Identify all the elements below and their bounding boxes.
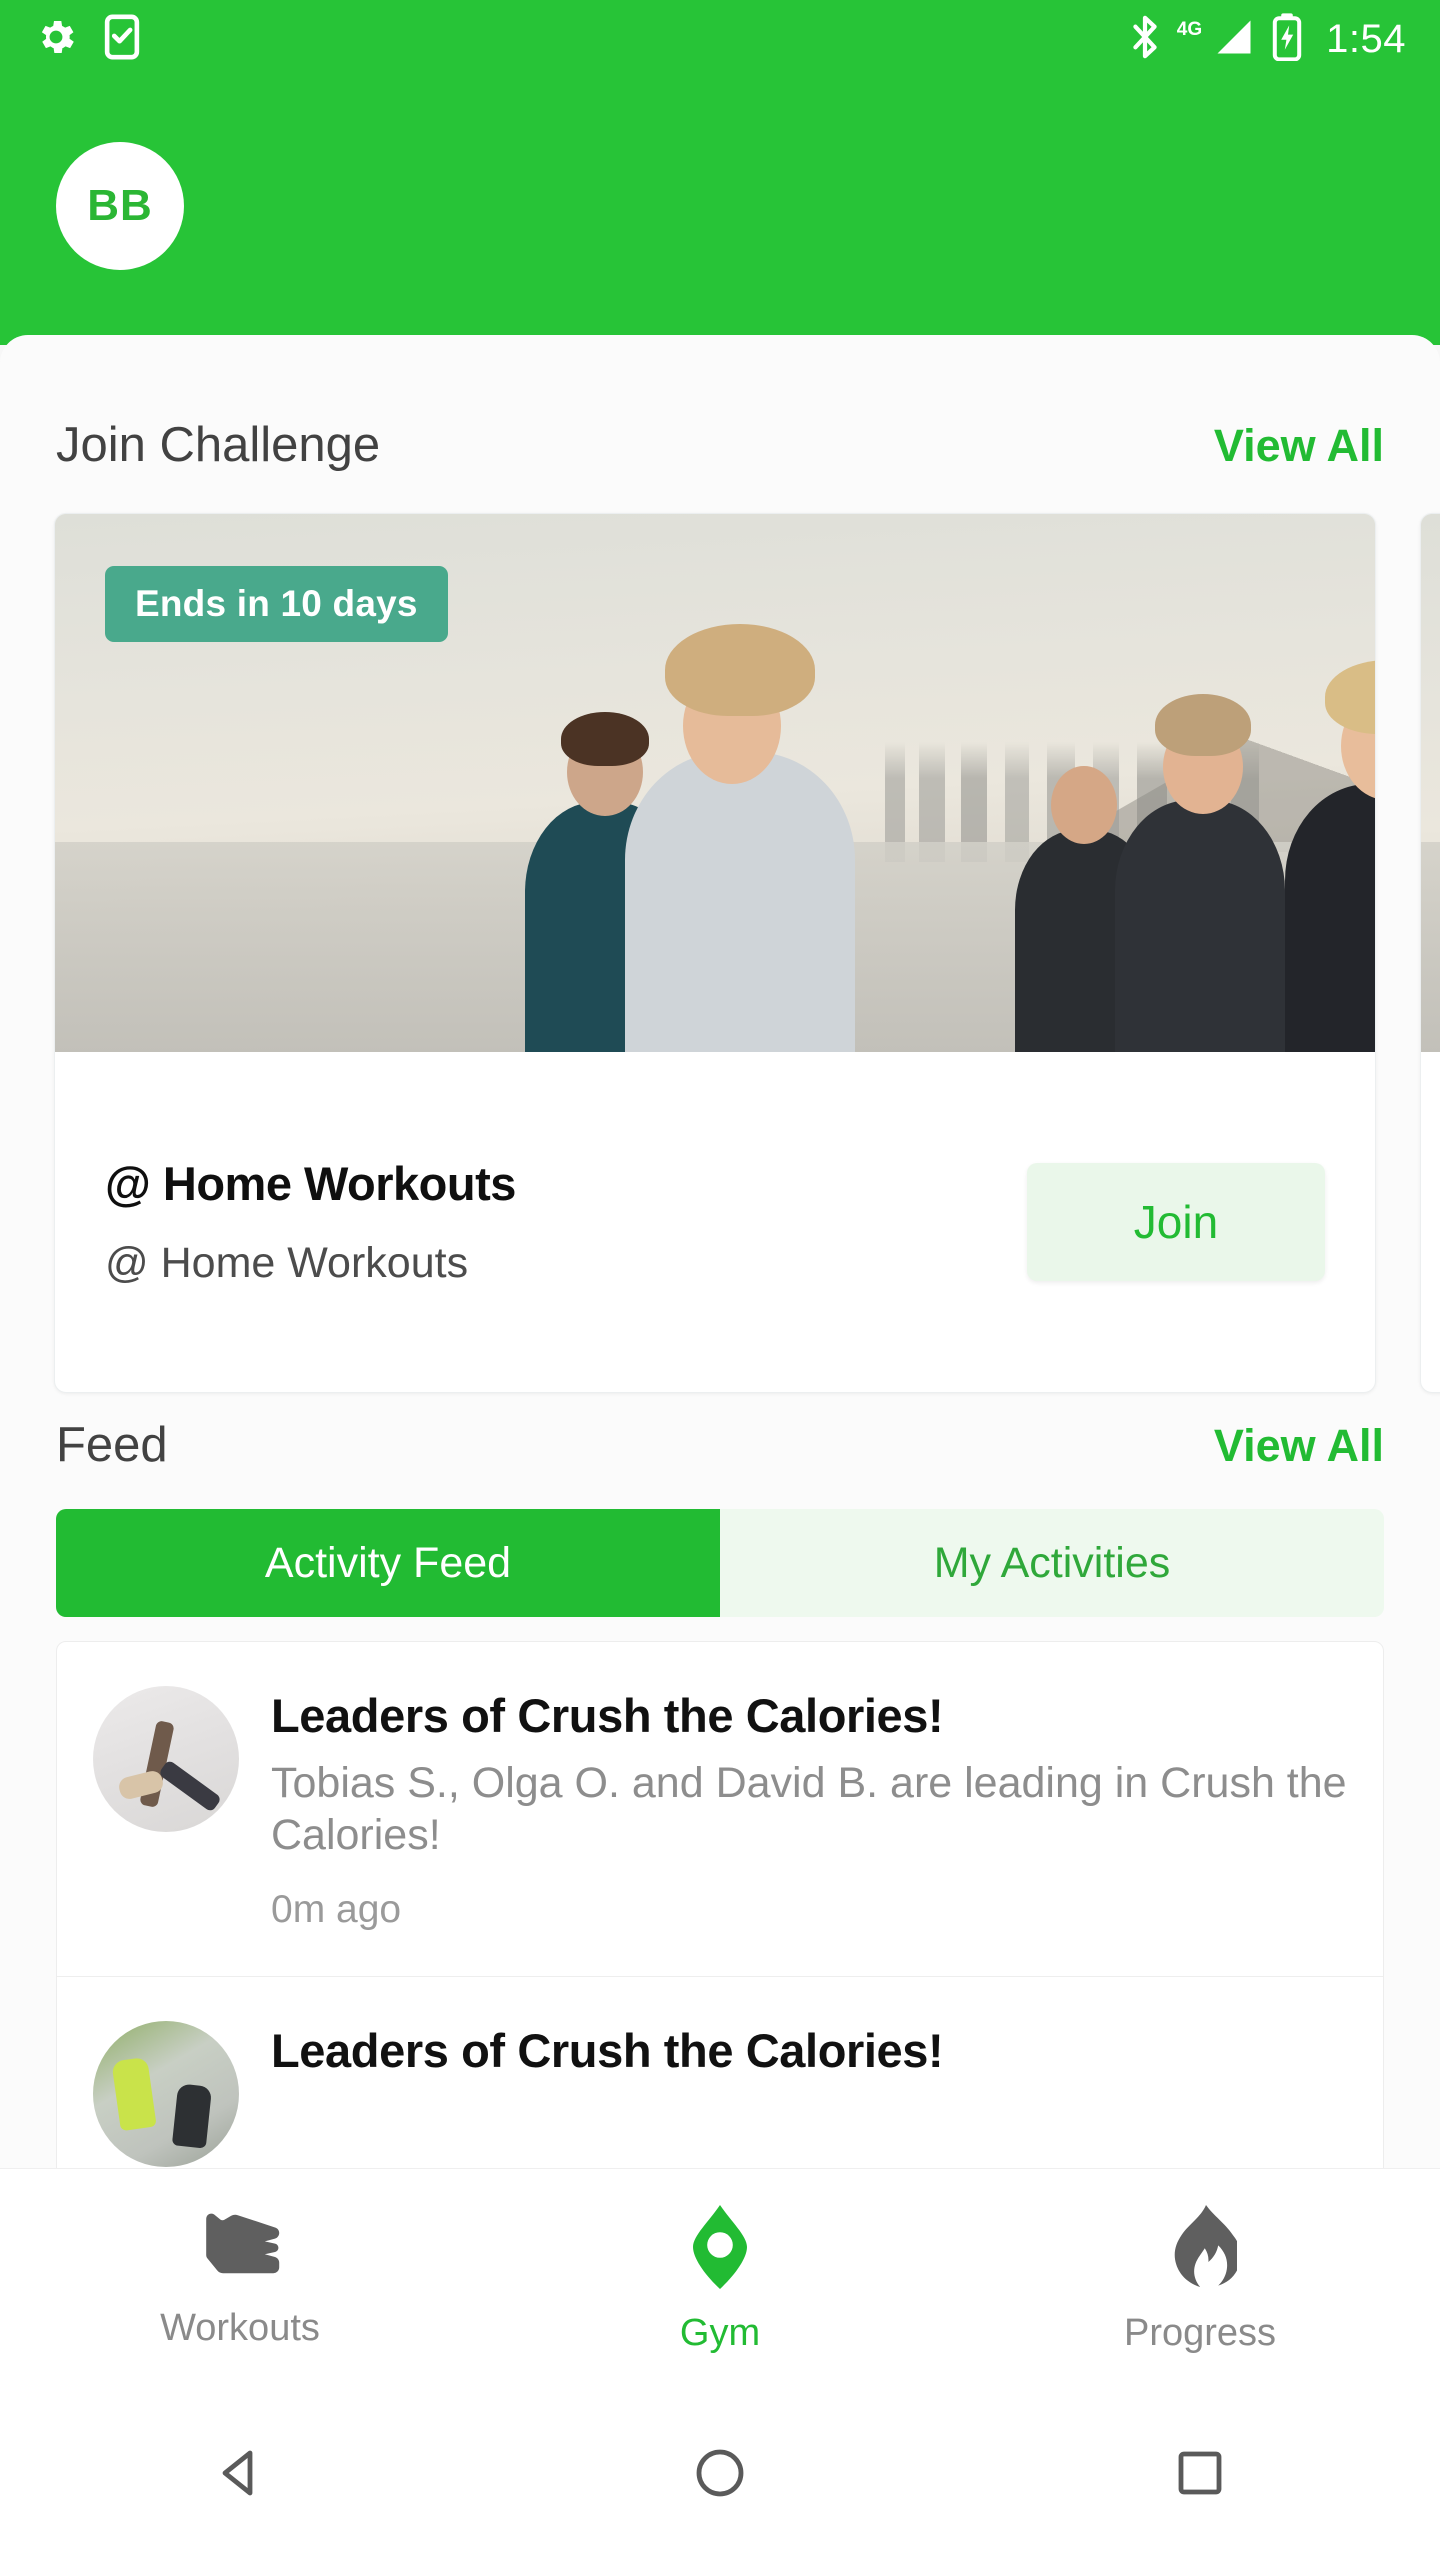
content-sheet: Join Challenge View All Ends in 10 days … (0, 335, 1440, 2195)
challenge-card-body: @ Home Workouts @ Home Workouts Join (55, 1052, 1375, 1392)
android-navigation-bar (0, 2390, 1440, 2560)
avatar[interactable]: BB (56, 142, 184, 270)
challenge-carousel[interactable]: Ends in 10 days @ Home Workouts @ Home W… (0, 513, 1440, 1393)
feed-view-all-link[interactable]: View All (1214, 1420, 1384, 1472)
challenge-card-body-next (1421, 1052, 1440, 1392)
feed-item[interactable]: Leaders of Crush the Calories! (57, 1975, 1383, 2195)
status-bar-right: 4G 1:54 (1129, 12, 1406, 66)
back-triangle-icon (211, 2444, 269, 2507)
status-bar: 4G 1:54 (0, 0, 1440, 78)
feed-tabs: Activity Feed My Activities (56, 1509, 1384, 1617)
challenge-card[interactable]: Ends in 10 days @ Home Workouts @ Home W… (54, 513, 1376, 1393)
phone-check-icon (102, 14, 142, 65)
feed-item-texts: Leaders of Crush the Calories! Tobias S.… (271, 1686, 1347, 1932)
challenge-badge: Ends in 10 days (105, 566, 448, 642)
bluetooth-icon (1129, 14, 1161, 65)
gear-icon (34, 15, 78, 64)
recents-button[interactable] (960, 2448, 1440, 2503)
flame-icon (1163, 2204, 1241, 2294)
nav-label-progress: Progress (1123, 2311, 1277, 2354)
shoe-icon (197, 2210, 283, 2289)
nav-label-gym: Gym (679, 2311, 761, 2354)
challenge-view-all-link[interactable]: View All (1214, 420, 1384, 472)
bottom-navigation: Workouts Gym Progress (0, 2168, 1440, 2390)
challenge-section-header: Join Challenge View All (0, 417, 1440, 473)
feed-section-header: Feed View All (0, 1417, 1440, 1473)
tab-my-activities[interactable]: My Activities (720, 1509, 1384, 1617)
location-pin-icon (681, 2204, 759, 2294)
home-circle-icon (693, 2446, 747, 2505)
challenge-card-next[interactable] (1420, 513, 1440, 1393)
challenge-hero-image-next (1421, 514, 1440, 1052)
challenge-section-title: Join Challenge (56, 418, 381, 472)
feed-item-thumbnail (93, 1686, 239, 1832)
feed-item-texts: Leaders of Crush the Calories! (271, 2021, 1347, 2167)
feed-item-title: Leaders of Crush the Calories! (271, 2023, 944, 2077)
avatar-initials: BB (87, 181, 153, 230)
feed-item-timestamp: 0m ago (271, 1887, 402, 1931)
status-bar-left (34, 14, 142, 65)
nav-label-workouts: Workouts (160, 2306, 320, 2349)
feed-item-body: Tobias S., Olga O. and David B. are lead… (271, 1759, 1347, 1860)
nav-item-gym[interactable]: Gym (480, 2204, 960, 2355)
challenge-card-texts: @ Home Workouts @ Home Workouts (105, 1156, 1027, 1288)
feed-item-title: Leaders of Crush the Calories! (271, 1689, 944, 1742)
feed-item-thumbnail (93, 2020, 239, 2167)
nav-item-workouts[interactable]: Workouts (0, 2210, 480, 2350)
battery-charging-icon (1272, 12, 1302, 66)
signal-icon (1212, 15, 1256, 64)
network-type-label: 4G (1176, 19, 1203, 40)
challenge-subtitle: @ Home Workouts (105, 1239, 469, 1287)
recents-square-icon (1175, 2448, 1225, 2503)
challenge-name: @ Home Workouts (105, 1157, 516, 1210)
tab-activity-feed[interactable]: Activity Feed (56, 1509, 720, 1617)
nav-item-progress[interactable]: Progress (960, 2204, 1440, 2355)
home-button[interactable] (480, 2446, 960, 2505)
feed-list: Leaders of Crush the Calories! Tobias S.… (56, 1641, 1384, 2195)
app-screen: BB 4G 1:54 Join Challenge View All Ends … (0, 0, 1440, 2560)
back-button[interactable] (0, 2444, 480, 2507)
join-challenge-button[interactable]: Join (1027, 1163, 1325, 1281)
feed-section-title: Feed (56, 1418, 168, 1472)
feed-item[interactable]: Leaders of Crush the Calories! Tobias S.… (57, 1642, 1383, 1976)
clock-label: 1:54 (1326, 16, 1406, 61)
challenge-hero-image: Ends in 10 days (55, 514, 1375, 1052)
